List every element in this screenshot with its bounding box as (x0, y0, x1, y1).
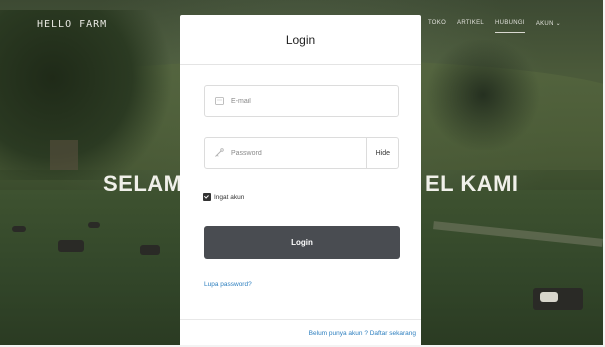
cow (12, 226, 26, 232)
modal-title: Login (285, 32, 316, 47)
login-modal: Login Hide Inga (180, 15, 421, 345)
email-input[interactable] (231, 97, 398, 105)
hero-trees (0, 10, 175, 180)
modal-header: Login (180, 15, 421, 65)
login-button[interactable]: Login (204, 226, 400, 259)
cow (140, 245, 160, 255)
remember-label: Ingat akun (214, 193, 245, 201)
top-nav: R TOKO ARTIKEL HUBUNGI AKUN ⌄ (412, 20, 561, 33)
modal-footer (180, 319, 421, 320)
key-icon (214, 148, 224, 158)
remember-checkbox[interactable] (203, 193, 211, 201)
hero-tree-right (423, 40, 543, 150)
remember-account[interactable]: Ingat akun (203, 193, 244, 201)
register-link[interactable]: Belum punya akun ? Daftar sekarang (309, 330, 416, 337)
forgot-password-link[interactable]: Lupa password? (204, 281, 252, 288)
cow (88, 222, 100, 228)
hero-heading-right: EL KAMI (425, 171, 519, 196)
nav-item-artikel[interactable]: ARTIKEL (457, 20, 484, 33)
site-brand[interactable]: HELLO FARM (37, 19, 107, 30)
password-field[interactable]: Hide (204, 137, 399, 169)
nav-item-hubungi[interactable]: HUBUNGI (495, 20, 525, 33)
hero-barn (50, 140, 78, 170)
nav-item-akun[interactable]: AKUN ⌄ (536, 20, 561, 33)
envelope-icon (214, 96, 224, 106)
hero-heading-left: SELAM (103, 171, 183, 196)
cow (58, 240, 84, 252)
email-field[interactable] (204, 85, 399, 117)
page: HELLO FARM R TOKO ARTIKEL HUBUNGI AKUN ⌄… (0, 0, 603, 345)
password-input[interactable] (231, 149, 366, 157)
hide-password-button[interactable]: Hide (365, 138, 398, 168)
cow-spot (540, 292, 558, 302)
nav-item-toko[interactable]: TOKO (428, 20, 446, 33)
